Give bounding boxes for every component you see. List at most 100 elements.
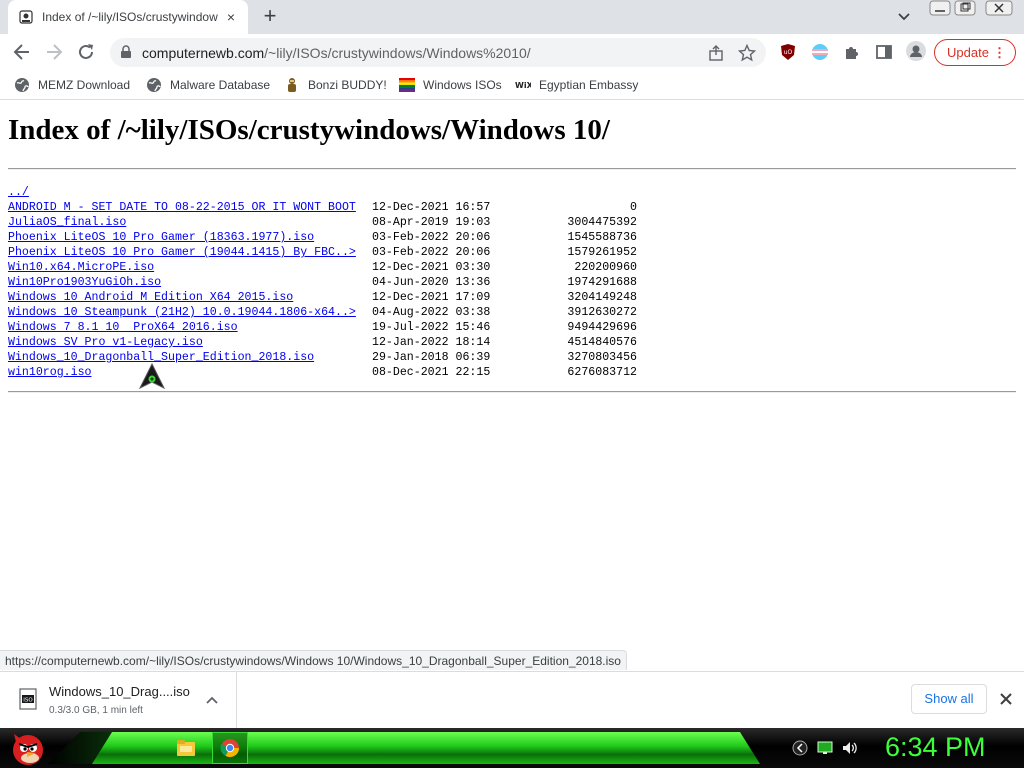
taskbar-clock[interactable]: 6:34 PM: [885, 732, 986, 763]
file-date: 12-Dec-2021 16:57: [372, 201, 491, 214]
url-text[interactable]: computernewb.com/~lily/ISOs/crustywindow…: [142, 45, 531, 61]
bookmark-egyptian-embassy[interactable]: WiX Egyptian Embassy: [515, 75, 638, 95]
extensions-puzzle-icon[interactable]: [843, 43, 861, 61]
file-link[interactable]: Windows SV Pro v1-Legacy.iso: [8, 336, 203, 349]
file-size: 3912630272: [567, 306, 637, 319]
bookmark-malware-database[interactable]: Malware Database: [146, 75, 270, 95]
file-link[interactable]: Windows 10 Android M Edition X64 2015.is…: [8, 291, 293, 304]
iso-file-icon: ISO: [18, 688, 38, 710]
reload-icon[interactable]: [76, 42, 96, 62]
bookmark-label: Malware Database: [170, 78, 271, 92]
link-status-bubble: https://computernewb.com/~lily/ISOs/crus…: [0, 650, 627, 670]
file-link[interactable]: ANDROID M - SET DATE TO 08-22-2015 OR IT…: [8, 201, 356, 214]
file-size: 1974291688: [567, 276, 637, 289]
new-tab-button[interactable]: +: [259, 5, 281, 28]
file-date: 08-Dec-2021 22:15: [372, 366, 491, 379]
tab-search-chevron-icon[interactable]: [895, 9, 913, 25]
taskbar-chrome-icon[interactable]: [212, 732, 248, 764]
wix-icon: WiX: [515, 77, 531, 93]
restore-button[interactable]: [953, 0, 977, 18]
file-link[interactable]: win10rog.iso: [8, 366, 92, 379]
url-host: computernewb.com: [142, 45, 265, 61]
profile-avatar-icon[interactable]: [906, 41, 926, 61]
address-bar[interactable]: computernewb.com/~lily/ISOs/crustywindow…: [110, 38, 766, 67]
bookmark-memz[interactable]: MEMZ Download: [14, 75, 130, 95]
table-row: Windows 7 8.1 10 ProX64 2016.iso 19-Jul-2…: [8, 320, 637, 335]
file-link[interactable]: Win10Pro1903YuGiOh.iso: [8, 276, 161, 289]
file-link[interactable]: Windows 7 8.1 10 ProX64 2016.iso: [8, 321, 238, 334]
minimize-button[interactable]: [928, 0, 952, 18]
file-date: 08-Apr-2019 19:03: [372, 216, 491, 229]
chevron-up-icon[interactable]: [204, 692, 220, 708]
file-link[interactable]: JuliaOS_final.iso: [8, 216, 126, 229]
download-filename: Windows_10_Drag....iso: [49, 684, 190, 699]
tab-active[interactable]: Index of /~lily/ISOs/crustywindows/Windo…: [8, 0, 248, 34]
url-path: /~lily/ISOs/crustywindows/Windows%2010/: [264, 45, 531, 61]
show-all-button[interactable]: Show all: [911, 684, 987, 714]
table-row: Windows 10 Steampunk (21H2) 10.0.19044.1…: [8, 305, 637, 320]
trans-flag-extension-icon[interactable]: [811, 43, 829, 61]
file-size: 1545588736: [567, 231, 637, 244]
bookmark-bonzi-buddy[interactable]: Bonzi BUDDY!: [284, 75, 387, 95]
divider-top: [8, 168, 1016, 170]
bonzi-icon: [284, 77, 300, 93]
bookmarks-bar: MEMZ Download Malware Database Bonzi BUD…: [0, 70, 1024, 100]
listing-row-parent: ../: [8, 185, 356, 200]
bookmark-star-icon[interactable]: [737, 43, 757, 62]
file-size: 3004475392: [567, 216, 637, 229]
file-size: 4514840576: [567, 336, 637, 349]
file-size: 9494429696: [567, 321, 637, 334]
ublock-extension-icon[interactable]: uO: [779, 43, 797, 61]
file-size: 1579261952: [567, 246, 637, 259]
back-arrow-icon[interactable]: [12, 42, 32, 62]
file-size: 6276083712: [567, 366, 637, 379]
globe-icon: [14, 77, 30, 93]
file-link[interactable]: Phoenix LiteOS 10 Pro Gamer (19044.1415)…: [8, 246, 356, 259]
parent-directory-link[interactable]: ../: [8, 186, 29, 199]
file-date: 19-Jul-2022 15:46: [372, 321, 491, 334]
file-date: 12-Jan-2022 18:14: [372, 336, 491, 349]
forward-arrow-icon[interactable]: [44, 42, 64, 62]
tab-strip: Index of /~lily/ISOs/crustywindows/Windo…: [0, 0, 1024, 34]
tab-title: Index of /~lily/ISOs/crustywindows/Windo…: [42, 10, 218, 24]
globe-icon: [146, 77, 162, 93]
tray-volume-icon[interactable]: [841, 740, 857, 756]
table-row: Windows SV Pro v1-Legacy.iso 12-Jan-2022 …: [8, 335, 637, 350]
lock-icon[interactable]: [119, 45, 133, 59]
taskbar-explorer-icon[interactable]: [168, 732, 204, 764]
taskbar: 6:34 PM: [0, 728, 1024, 768]
table-row: Phoenix LiteOS 10 Pro Gamer (18363.1977)…: [8, 230, 637, 245]
file-date: 03-Feb-2022 20:06: [372, 231, 491, 244]
page-heading: Index of /~lily/ISOs/crustywindows/Windo…: [8, 114, 610, 146]
bookmark-label: Egyptian Embassy: [539, 78, 639, 92]
file-link[interactable]: Windows 10 Steampunk (21H2) 10.0.19044.1…: [8, 306, 356, 319]
tab-favicon-icon: [18, 9, 34, 25]
table-row: Windows 10 Android M Edition X64 2015.is…: [8, 290, 637, 305]
table-row: Windows_10_Dragonball_Super_Edition_2018…: [8, 350, 637, 365]
file-link[interactable]: Phoenix LiteOS 10 Pro Gamer (18363.1977)…: [8, 231, 314, 244]
file-date: 03-Feb-2022 20:06: [372, 246, 491, 259]
tray-network-icon[interactable]: [817, 740, 833, 756]
close-window-button[interactable]: [985, 0, 1013, 18]
svg-text:ISO: ISO: [23, 698, 33, 704]
share-icon[interactable]: [708, 45, 724, 61]
bookmark-windows-isos[interactable]: Windows ISOs: [399, 75, 502, 95]
file-link[interactable]: Win10.x64.MicroPE.iso: [8, 261, 154, 274]
side-panel-icon[interactable]: [875, 43, 893, 61]
file-size: 3204149248: [567, 291, 637, 304]
table-row: Win10Pro1903YuGiOh.iso 04-Jun-2020 13:36 1…: [8, 275, 637, 290]
file-size: 220200960: [574, 261, 637, 274]
mouse-cursor-icon: [138, 362, 166, 390]
table-row: JuliaOS_final.iso 08-Apr-2019 19:03 300447…: [8, 215, 637, 230]
download-progress: 0.3/3.0 GB, 1 min left: [49, 705, 143, 716]
table-row: Phoenix LiteOS 10 Pro Gamer (19044.1415)…: [8, 245, 637, 260]
close-shelf-icon[interactable]: [998, 691, 1014, 707]
tray-cursor-icon[interactable]: [792, 740, 808, 756]
browser-toolbar: computernewb.com/~lily/ISOs/crustywindow…: [0, 34, 1024, 70]
tab-close-icon[interactable]: ×: [224, 10, 238, 24]
download-item[interactable]: ISO Windows_10_Drag....iso 0.3/3.0 GB, 1…: [0, 672, 237, 728]
file-date: 29-Jan-2018 06:39: [372, 351, 491, 364]
start-button-angry-bird-icon[interactable]: [8, 728, 48, 768]
file-size: 3270803456: [567, 351, 637, 364]
update-button[interactable]: Update ⋮: [934, 39, 1016, 66]
